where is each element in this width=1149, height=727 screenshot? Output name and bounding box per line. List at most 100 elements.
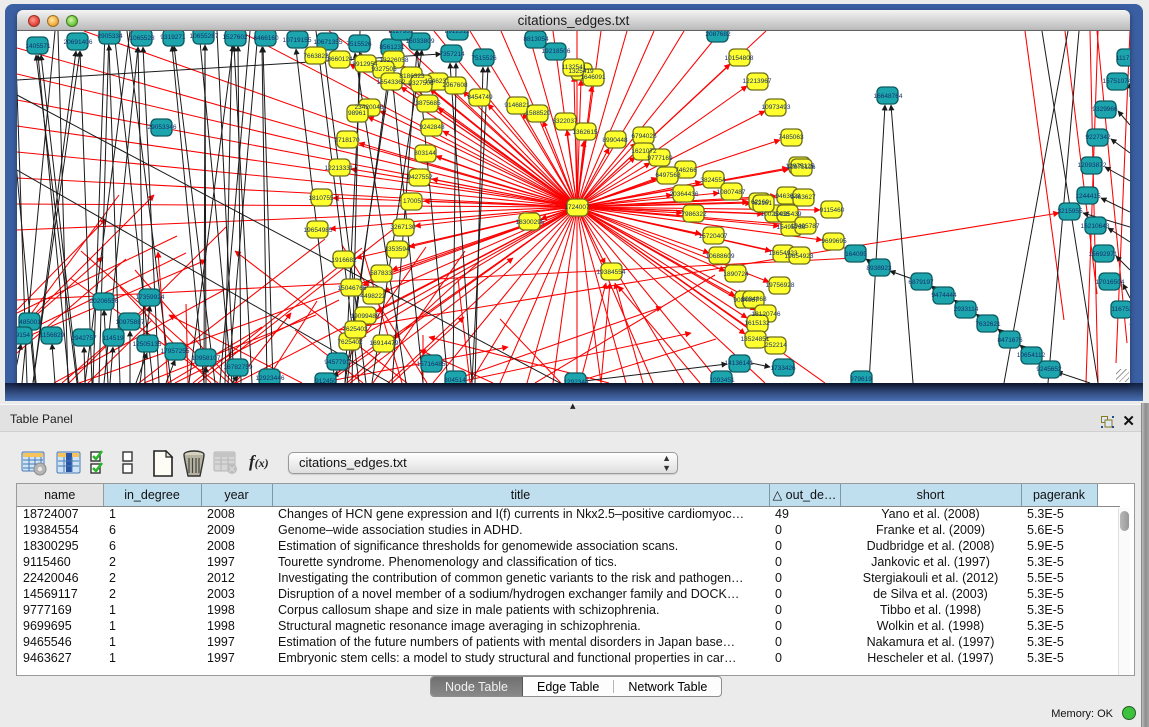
svg-text:9227342: 9227342 [1085,134,1111,141]
svg-text:1890724: 1890724 [723,271,749,278]
svg-text:8454749: 8454749 [467,94,493,101]
svg-text:12923446: 12923446 [256,375,285,382]
svg-text:485001: 485001 [19,319,41,326]
svg-text:1724007: 1724007 [564,204,590,211]
svg-text:20691406: 20691406 [64,39,93,46]
svg-text:12505135: 12505135 [133,341,162,348]
svg-text:1244415: 1244415 [1075,193,1101,200]
svg-text:1292344: 1292344 [563,379,589,383]
svg-text:10655287: 10655287 [190,33,219,40]
svg-text:1065528: 1065528 [129,35,155,42]
svg-text:1405571: 1405571 [25,43,51,50]
svg-text:6497568: 6497568 [655,172,681,179]
svg-text:1810755: 1810755 [308,195,334,202]
svg-text:15692971: 15692971 [1089,251,1118,258]
svg-text:17359924: 17359924 [136,294,165,301]
svg-text:15720407: 15720407 [699,233,728,240]
svg-text:16648764: 16648764 [874,93,903,100]
svg-text:1093451: 1093451 [709,377,735,383]
svg-text:20206556: 20206556 [90,298,119,305]
svg-text:8990448: 8990448 [602,137,628,144]
svg-text:1733426: 1733426 [770,365,796,372]
svg-text:10973493: 10973493 [762,104,791,111]
svg-text:8938923: 8938923 [866,265,892,272]
svg-text:19384554: 19384554 [597,269,626,276]
svg-text:1615132: 1615132 [744,320,770,327]
svg-text:18120746: 18120746 [752,311,781,318]
svg-text:9319271: 9319271 [160,34,186,41]
svg-text:16914479: 16914479 [370,340,399,347]
svg-text:16782759: 16782759 [224,364,253,371]
svg-text:12213331: 12213331 [325,165,354,172]
svg-text:8912311: 8912311 [445,31,470,35]
svg-text:9084068: 9084068 [741,296,767,303]
svg-text:1156829: 1156829 [40,332,65,339]
svg-text:13226058: 13226058 [380,57,409,64]
svg-text:10688609: 10688609 [706,253,735,260]
svg-text:10807487: 10807487 [717,189,746,196]
svg-text:9327505: 9327505 [371,66,397,73]
svg-text:3824554: 3824554 [700,177,726,184]
svg-text:98961: 98961 [348,110,366,117]
svg-text:2087682: 2087682 [705,31,731,38]
svg-text:12213967: 12213967 [743,78,772,85]
svg-text:1527602: 1527602 [222,34,248,41]
svg-text:804514: 804514 [444,377,466,383]
svg-text:15751074: 15751074 [1103,78,1130,85]
svg-text:29053346: 29053346 [148,124,177,131]
svg-text:2905334: 2905334 [97,33,123,40]
svg-text:6879197: 6879197 [908,279,934,286]
svg-text:7625402: 7625402 [337,339,363,346]
svg-text:7485063: 7485063 [778,134,804,141]
svg-text:1588520: 1588520 [525,110,551,117]
svg-text:16033809: 16033809 [406,38,435,45]
svg-text:7515526: 7515526 [346,41,372,48]
svg-text:10671355: 10671355 [314,39,343,46]
svg-text:8660124: 8660124 [327,56,353,63]
svg-text:16210643: 16210643 [1081,223,1110,230]
svg-text:252214: 252214 [765,342,787,349]
svg-text:10654112: 10654112 [1017,352,1046,359]
svg-text:1916682: 1916682 [331,257,357,264]
svg-text:10958107: 10958107 [192,355,221,362]
svg-text:17957255: 17957255 [161,348,190,355]
svg-text:17005: 17005 [403,198,421,205]
svg-text:1362615: 1362615 [572,129,598,136]
svg-text:9329966: 9329966 [1092,106,1118,113]
svg-text:9463627: 9463627 [790,194,816,201]
svg-text:7986322: 7986322 [681,211,707,218]
svg-text:3875685: 3875685 [415,100,441,107]
svg-text:979619: 979619 [850,376,872,383]
svg-text:9427552: 9427552 [407,174,433,181]
svg-text:39154: 39154 [17,332,30,339]
svg-text:7515526: 7515526 [471,55,497,62]
svg-text:3267130: 3267130 [390,224,416,231]
svg-text:912450: 912450 [315,378,337,383]
svg-text:16543362: 16543362 [377,79,406,86]
svg-text:20364436: 20364436 [670,191,699,198]
svg-text:1353594: 1353594 [384,246,410,253]
svg-text:10975887: 10975887 [116,319,145,326]
svg-text:6794028: 6794028 [631,133,657,140]
svg-text:19654985: 19654985 [304,227,333,234]
svg-text:18300295: 18300295 [516,219,545,226]
svg-text:9245652: 9245652 [1036,366,1062,373]
svg-text:7663822: 7663822 [303,53,329,60]
svg-text:15495787: 15495787 [791,223,820,230]
svg-text:1117121: 1117121 [1116,55,1130,62]
svg-text:19756928: 19756928 [766,282,795,289]
svg-text:116753: 116753 [1111,306,1130,313]
svg-text:3215955: 3215955 [1057,208,1083,215]
svg-text:9115460: 9115460 [820,207,845,214]
svg-text:6322037: 6322037 [552,118,578,125]
svg-text:19218506: 19218506 [542,48,571,55]
svg-text:12093872: 12093872 [1078,162,1107,169]
svg-text:2942757: 2942757 [71,335,97,342]
svg-text:7357214: 7357214 [439,51,465,58]
svg-text:14136141: 14136141 [725,360,754,367]
svg-text:9127331: 9127331 [388,31,414,35]
svg-text:12975126: 12975126 [787,164,816,171]
svg-text:7632621: 7632621 [975,321,1001,328]
svg-text:19654923: 19654923 [785,253,814,260]
svg-text:4498222: 4498222 [360,293,386,300]
